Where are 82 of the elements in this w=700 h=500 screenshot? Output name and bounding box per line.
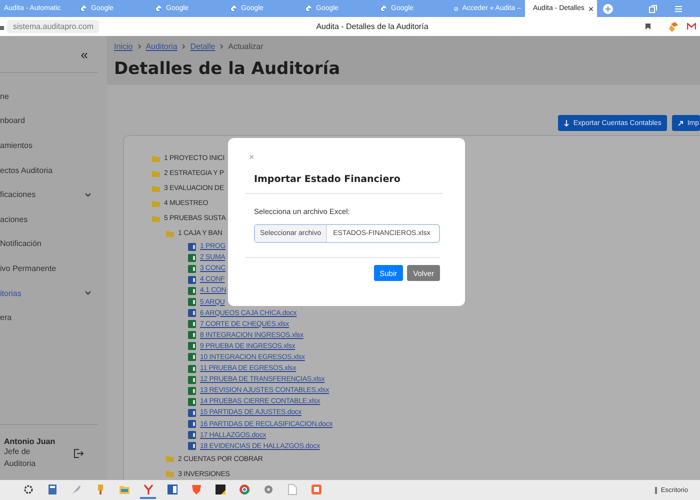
nav-item[interactable]: amientos: [0, 133, 107, 158]
new-tab-icon[interactable]: [603, 4, 613, 14]
excel-file-icon: [188, 342, 196, 350]
note-icon[interactable]: [214, 484, 226, 494]
excel-file-icon: [188, 286, 196, 295]
nav-item[interactable]: Notificación: [0, 232, 107, 256]
excel-file-icon: [188, 254, 196, 262]
word-file-icon: [188, 276, 196, 284]
excel-file-icon: [188, 376, 196, 384]
app-icon[interactable]: [310, 484, 322, 494]
word-file-icon: [188, 420, 196, 428]
folder-icon[interactable]: [118, 484, 130, 494]
folder-icon: [152, 156, 160, 162]
excel-file-icon: [188, 353, 196, 362]
quill-icon[interactable]: [70, 484, 82, 494]
word-file-icon: [188, 242, 196, 251]
excel-file-icon: [188, 398, 196, 406]
excel-file-icon: [188, 386, 196, 395]
chevron-down-icon: [85, 291, 91, 296]
chevron-right-icon: [220, 44, 224, 49]
folder-icon: [152, 216, 160, 222]
excel-file-icon: [188, 331, 196, 340]
nav-item[interactable]: ficaciones: [0, 182, 107, 207]
arrow-icon: [678, 120, 684, 126]
excel-file-icon: [188, 364, 196, 373]
close-button[interactable]: ×: [249, 152, 257, 162]
word-file-icon: [188, 408, 196, 417]
breadcrumb-link[interactable]: Auditoria: [146, 42, 178, 51]
dialog-title: Importar Estado Financiero: [246, 174, 443, 194]
document-icon[interactable]: [166, 484, 178, 494]
folder-icon: [166, 230, 174, 236]
calculator-icon[interactable]: [46, 484, 58, 494]
nav-item[interactable]: ivo Permanente: [0, 256, 107, 281]
collapse-button[interactable]: «: [80, 46, 88, 62]
breadcrumb-current: Actualizar: [228, 42, 264, 51]
disc-icon[interactable]: [262, 484, 274, 494]
word-file-icon: [188, 309, 196, 318]
fork-icon[interactable]: [142, 484, 154, 494]
globe-icon[interactable]: [238, 484, 250, 494]
chevron-down-icon: [85, 192, 91, 197]
mail-icon[interactable]: [687, 23, 696, 30]
folder-icon: [152, 170, 160, 176]
bookmark-icon[interactable]: [645, 23, 651, 30]
word-file-icon: [188, 431, 196, 440]
close-icon[interactable]: ×: [588, 4, 594, 14]
download-icon: [564, 120, 570, 126]
g-circle-icon: [79, 4, 87, 12]
nav-item[interactable]: nboard: [0, 108, 107, 134]
copy-icon[interactable]: [649, 4, 657, 12]
g-circle-icon: [229, 4, 237, 12]
excel-file-icon: [188, 264, 196, 273]
page-icon[interactable]: [286, 484, 298, 494]
folder-icon: [166, 456, 174, 462]
chevron-right-icon: [138, 44, 141, 49]
page-title: Audita - Detalles de la Auditoría: [315, 22, 430, 31]
folder-icon: [166, 471, 174, 478]
page-heading: Detalles de la Auditoría: [114, 59, 342, 79]
nav-item[interactable]: ectos Auditoria: [0, 158, 107, 182]
g-circle-icon: [154, 4, 162, 12]
nav-item[interactable]: era: [0, 305, 107, 330]
breadcrumb-link[interactable]: Inicio: [114, 42, 133, 51]
check-icon: [454, 4, 458, 12]
folder-icon: [152, 200, 160, 206]
logout-icon[interactable]: [74, 449, 84, 458]
excel-file-icon: [188, 320, 196, 328]
nav-item[interactable]: aciones: [0, 206, 107, 232]
menu-icon[interactable]: [675, 6, 682, 12]
chevron-right-icon: [182, 44, 186, 49]
folder-icon: [152, 186, 160, 192]
word-file-icon: [188, 442, 196, 450]
gear-icon[interactable]: [22, 484, 34, 494]
nav-item[interactable]: itorias: [0, 280, 107, 306]
shield-icon[interactable]: [190, 484, 202, 494]
url-field[interactable]: sistema.auditapro.com: [7, 20, 100, 33]
excel-file-icon: [188, 298, 196, 306]
nav-item[interactable]: ne: [0, 84, 107, 109]
g-circle-icon: [379, 4, 387, 12]
user-role: Jefe de Auditoria: [4, 446, 37, 470]
user-name: Antonio Juan: [4, 437, 56, 446]
breadcrumb-link[interactable]: Detalle: [190, 42, 216, 51]
brush-icon[interactable]: [669, 22, 679, 32]
g-circle-icon: [304, 4, 312, 12]
